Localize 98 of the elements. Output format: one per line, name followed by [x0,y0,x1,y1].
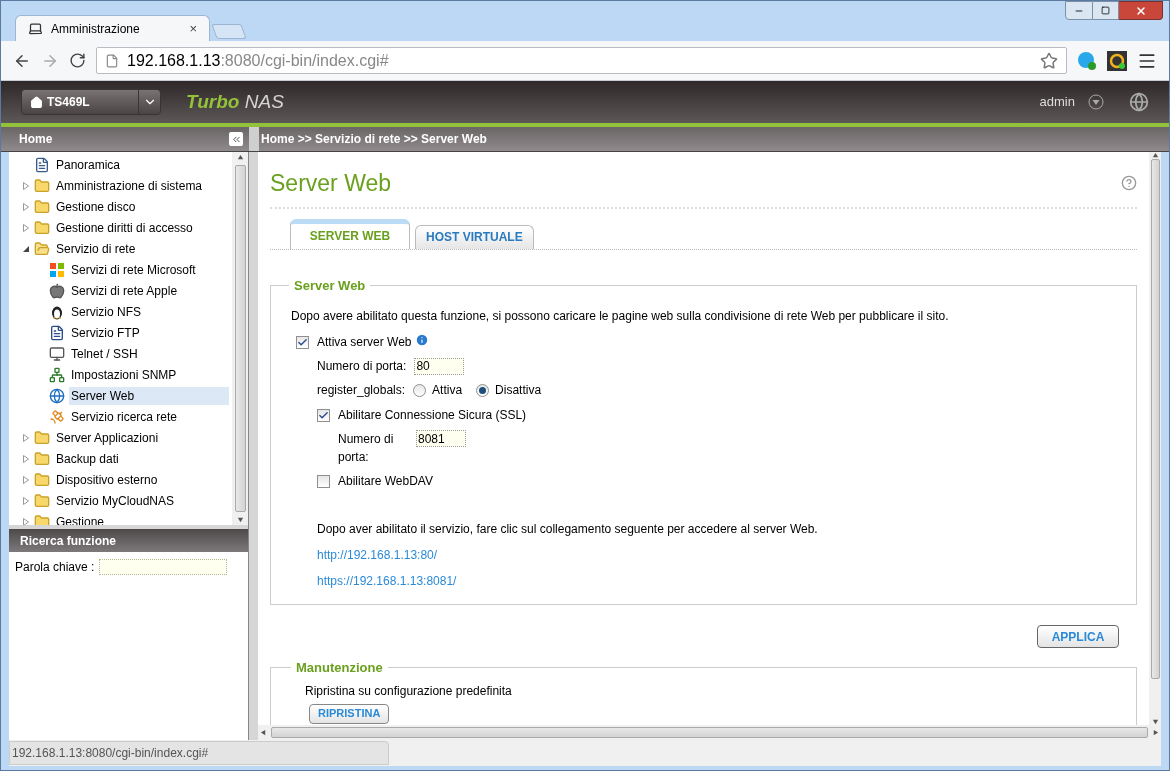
tree-item[interactable]: Server Applicazioni [54,428,161,447]
radio-label: Attiva [432,382,463,399]
tree-item[interactable]: Telnet / SSH [69,344,140,363]
section-title: Server Web [293,276,367,295]
checkbox[interactable] [296,335,309,349]
browser-tab[interactable]: Amministrazione × [15,15,210,41]
address-bar[interactable]: 192.168.1.13:8080/cgi-bin/index.cgi# [96,47,1067,74]
radio-button[interactable] [413,383,427,397]
tree-item[interactable]: Servizio ricerca rete [69,407,180,426]
breadcrumb: Home >> Servizio di rete >> Server Web [261,131,487,148]
scroll-left-arrow-icon[interactable] [260,729,267,736]
tab-title: Amministrazione [51,20,141,38]
scroll-right-arrow-icon[interactable] [1152,729,1159,736]
vertical-scrollbar[interactable] [1149,152,1161,725]
sidebar-title: Home [19,131,53,148]
folder-icon [34,471,50,488]
keyword-field[interactable] [99,559,228,575]
tree-item[interactable]: Server Web [69,386,229,405]
server-link[interactable]: https://192.168.1.13:8081/ [317,572,457,590]
info-icon[interactable] [415,333,430,347]
field-label: Numero di porta: [317,358,407,375]
ssl-port-field[interactable]: 8081 [416,430,466,447]
tree-item[interactable]: Servizi di rete Apple [69,281,180,300]
tree-item[interactable]: Gestione [54,512,107,525]
checkbox-label: Abilitare WebDAV [338,473,433,490]
page-tab[interactable]: HOST VIRTUALE [415,224,534,249]
folder-icon [34,450,50,467]
search-panel-title: Ricerca funzione [20,532,117,550]
folder-icon [34,198,50,215]
user-name: admin [1039,93,1075,112]
tree-item[interactable]: Gestione disco [54,197,138,216]
tree-item[interactable]: Impostazioni SNMP [69,365,179,384]
language-globe-icon[interactable] [1129,92,1149,112]
folder-icon [34,492,50,509]
network-icon [49,366,65,383]
tree-item[interactable]: Dispositivo esterno [54,470,160,489]
field-label: register_globals: [317,382,406,399]
check-extension-icon[interactable] [1107,50,1127,71]
home-icon [30,95,43,109]
keyword-label: Parola chiave : [15,559,95,576]
product-logo: Turbo NAS [186,89,284,114]
reload-icon[interactable] [69,52,86,69]
device-menu-button[interactable]: TS469L [21,89,161,115]
tree-item[interactable]: Backup dati [54,449,121,468]
port-field[interactable]: 80 [414,357,465,375]
checkbox[interactable] [317,474,330,488]
folder-icon [34,429,50,446]
apple-icon [49,282,65,299]
close-tab-button[interactable]: × [189,18,197,39]
folder-icon [34,177,50,194]
tree-item[interactable]: Panoramica [54,155,123,174]
satellite-icon [49,408,65,425]
bookmark-star-icon[interactable] [1040,51,1058,70]
horizontal-scrollbar[interactable] [258,725,1161,740]
folder-icon [34,219,50,236]
checkbox-label: Abilitare Connessione Sicura (SSL) [338,407,527,424]
vertical-scrollbar[interactable] [232,152,248,525]
status-bar: 192.168.1.13:8080/cgi-bin/index.cgi# [9,741,389,765]
radio-button[interactable] [476,383,490,397]
globe-icon [49,387,65,404]
user-menu-dropdown-icon[interactable] [1088,94,1104,110]
scroll-down-arrow-icon[interactable] [236,516,244,523]
note-text: Dopo aver abilitato il servizio, fare clic sul collegamento seguente per accedere al server Web. [317,521,819,538]
tree-item[interactable]: Amministrazione di sistema [54,176,205,195]
checkbox[interactable] [317,408,330,422]
maintenance-text: Ripristina su configurazione predefinita [305,682,513,700]
folder-icon [34,240,50,257]
expand-arrow-icon[interactable] [22,244,30,253]
windows-logo-icon [49,261,65,278]
intro-text: Dopo avere abilitato questa funzione, si possono caricare le pagine web sulla condivisione di rete Web per pubblicare il sito. [291,308,950,325]
close-button[interactable] [1119,1,1163,20]
section-title: Manutenzione [295,659,384,677]
help-icon[interactable] [1121,175,1137,192]
page-icon [105,53,119,68]
tree-item[interactable]: Servizi di rete Microsoft [69,260,198,279]
laptop-icon [28,21,43,36]
minimize-button[interactable] [1065,1,1093,20]
scroll-down-arrow-icon[interactable] [1151,718,1159,725]
radio-label: Disattiva [495,382,542,399]
collapse-button[interactable] [229,132,243,146]
page-title: Server Web [270,169,391,198]
folder-icon [34,513,50,525]
url-text: 192.168.1.13:8080/cgi-bin/index.cgi# [127,50,390,71]
scroll-up-arrow-icon[interactable] [236,154,244,161]
tree-item[interactable]: Gestione diritti di accesso [54,218,195,237]
tree-item[interactable]: Servizio FTP [69,323,142,342]
server-link[interactable]: http://192.168.1.13:80/ [317,546,438,564]
scroll-up-arrow-icon[interactable] [1151,152,1159,159]
close-icon [1134,4,1147,17]
overview-icon [34,156,50,173]
field-label: Numero di porta: [338,431,395,466]
tree-item[interactable]: Servizio MyCloudNAS [54,491,177,510]
tree-item[interactable]: Servizio di rete [54,239,138,258]
checkbox-label: Attiva server Web [317,334,412,351]
skype-extension-icon[interactable] [1077,50,1097,71]
maximize-button[interactable] [1093,1,1119,20]
tree-item[interactable]: Servizio NFS [69,302,143,321]
maximize-icon [1101,6,1110,15]
